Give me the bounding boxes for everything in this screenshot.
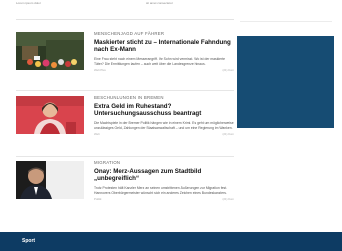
article-source: Politik	[94, 197, 102, 202]
article-kicker: MENSCHENJAGD AUF FÄHRER	[94, 31, 165, 36]
top-article-strip: Lorem ipsum dolor sit amet consectetur	[16, 0, 234, 22]
top-text-right: sit amet consectetur	[146, 1, 173, 5]
article-teaser: Die Machtspiele in der Bremer Politik hä…	[94, 120, 234, 130]
article-card[interactable]: MIGRATION Onay: Merz-Aussagen zum Stadtb…	[16, 160, 234, 225]
sidebar-divider	[240, 21, 332, 22]
section-label[interactable]: Sport	[22, 238, 35, 244]
article-source: Welt	[94, 132, 100, 137]
article-text: BESCHUNLUNGEN IN BREMEN Extra Geld im Ru…	[94, 95, 234, 138]
article-meta: Politik (21) Kom	[94, 197, 234, 203]
advertisement-block[interactable]	[237, 36, 334, 128]
article-headline-link[interactable]: Extra Geld im Ruhestand? Untersuchungsau…	[94, 103, 234, 118]
article-text: MENSCHENJAGD AUF FÄHRER Maskierter stich…	[94, 31, 234, 74]
article-headline-link[interactable]: Maskierter sticht zu – Internationale Fa…	[94, 39, 234, 54]
article-card[interactable]: MENSCHENJAGD AUF FÄHRER Maskierter stich…	[16, 31, 234, 90]
article-thumbnail-politician[interactable]	[16, 96, 84, 134]
comments-link[interactable]: (21) Kom	[222, 197, 234, 201]
article-kicker: MIGRATION	[94, 160, 121, 165]
section-header-sport[interactable]: Sport	[0, 232, 342, 251]
article-card[interactable]: BESCHUNLUNGEN IN BREMEN Extra Geld im Ru…	[16, 95, 234, 156]
divider	[16, 90, 234, 91]
article-meta: Welt Plus (21) Kom	[94, 68, 234, 74]
divider	[16, 156, 234, 157]
article-source: Welt Plus	[94, 68, 106, 73]
article-headline-link[interactable]: Onay: Merz-Aussagen zum Stadtbild „unbeg…	[94, 168, 234, 183]
article-kicker: BESCHUNLUNGEN IN BREMEN	[94, 95, 164, 100]
article-thumbnail-crime-scene[interactable]	[16, 32, 84, 70]
comments-link[interactable]: (21) Kom	[222, 68, 234, 72]
divider	[16, 19, 234, 20]
article-teaser: Trotz Protesten hält Kanzler Merz an sei…	[94, 185, 228, 195]
article-text: MIGRATION Onay: Merz-Aussagen zum Stadtb…	[94, 160, 234, 203]
article-teaser: Eine Frau steht nach einem Messerangriff…	[94, 56, 226, 66]
article-thumbnail-man-portrait[interactable]	[16, 161, 84, 199]
top-text-left: Lorem ipsum dolor	[16, 1, 41, 5]
comments-link[interactable]: (21) Kom	[222, 132, 234, 136]
article-meta: Welt (21) Kom	[94, 132, 234, 138]
